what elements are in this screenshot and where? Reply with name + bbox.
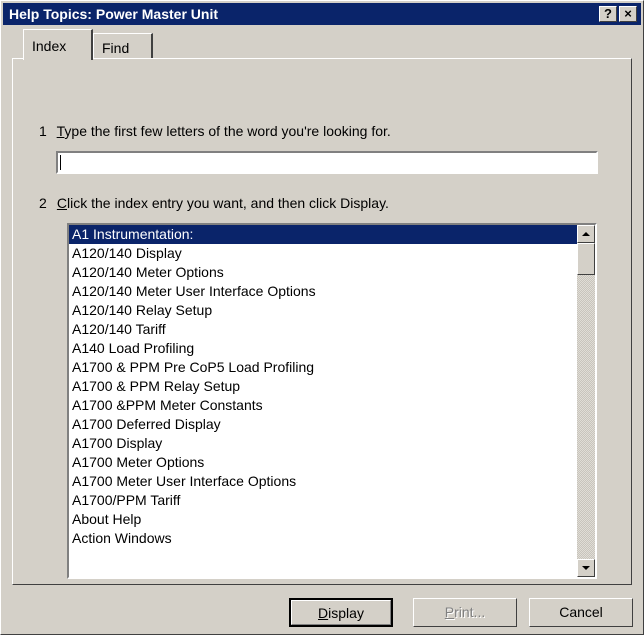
- step-2-number: 2: [39, 195, 47, 211]
- step-2-text: lick the index entry you want, and then …: [67, 195, 389, 211]
- cancel-label: Cancel: [559, 604, 603, 620]
- arrow-down-icon: [582, 566, 590, 570]
- list-item[interactable]: A120/140 Meter User Interface Options: [69, 282, 595, 301]
- list-item[interactable]: A120/140 Meter Options: [69, 263, 595, 282]
- list-item[interactable]: Action Windows: [69, 529, 595, 548]
- list-item[interactable]: A140 Load Profiling: [69, 339, 595, 358]
- help-topics-dialog: Help Topics: Power Master Unit ? × Index…: [0, 0, 644, 635]
- index-listbox[interactable]: A1 Instrumentation: A120/140 Display A120/…: [67, 223, 597, 579]
- arrow-up-icon: [582, 232, 590, 236]
- step-1-number: 1: [39, 123, 47, 139]
- list-item[interactable]: About Help: [69, 510, 595, 529]
- list-item[interactable]: A1700 Meter User Interface Options: [69, 472, 595, 491]
- help-button[interactable]: ?: [599, 6, 617, 22]
- list-item[interactable]: A1700/PPM Tariff: [69, 491, 595, 510]
- list-item[interactable]: A120/140 Relay Setup: [69, 301, 595, 320]
- list-item[interactable]: A1700 Meter Options: [69, 453, 595, 472]
- step-2-instruction: 2 Click the index entry you want, and th…: [39, 195, 389, 211]
- scroll-thumb[interactable]: [577, 243, 595, 275]
- list-item[interactable]: A120/140 Display: [69, 244, 595, 263]
- close-icon: ×: [624, 6, 632, 21]
- display-mnemonic: D: [318, 605, 329, 621]
- list-item[interactable]: A1700 Display: [69, 434, 595, 453]
- print-button[interactable]: Print...: [413, 598, 517, 627]
- text-caret: [60, 155, 61, 170]
- list-item[interactable]: A1700 & PPM Relay Setup: [69, 377, 595, 396]
- step-1-instruction: 1 Type the first few letters of the word…: [39, 123, 391, 139]
- tab-find-label: Find: [102, 40, 130, 56]
- close-button[interactable]: ×: [619, 6, 637, 22]
- scroll-down-button[interactable]: [577, 559, 595, 577]
- scroll-up-button[interactable]: [577, 225, 595, 243]
- question-mark-icon: ?: [604, 6, 612, 21]
- tab-index-label: Index: [32, 38, 67, 54]
- list-item[interactable]: A1700 & PPM Pre CoP5 Load Profiling: [69, 358, 595, 377]
- vertical-scrollbar[interactable]: [577, 225, 595, 577]
- display-label: isplay: [328, 605, 364, 621]
- cancel-button[interactable]: Cancel: [529, 598, 633, 627]
- list-item[interactable]: A120/140 Tariff: [69, 320, 595, 339]
- search-input[interactable]: [56, 151, 598, 174]
- display-button[interactable]: Display: [289, 598, 393, 627]
- print-mnemonic: P: [444, 604, 455, 620]
- tab-index[interactable]: Index: [23, 29, 93, 60]
- index-list-items: A1 Instrumentation: A120/140 Display A120/…: [69, 225, 595, 548]
- display-button-face: Display: [291, 600, 391, 625]
- list-item[interactable]: A1700 &PPM Meter Constants: [69, 396, 595, 415]
- step-2-mnemonic: C: [56, 195, 68, 211]
- title-bar[interactable]: Help Topics: Power Master Unit ? ×: [3, 3, 641, 25]
- step-1-text: ype the first few letters of the word yo…: [64, 123, 391, 139]
- tab-find[interactable]: Find: [93, 33, 153, 58]
- list-item[interactable]: A1700 Deferred Display: [69, 415, 595, 434]
- window-title: Help Topics: Power Master Unit: [9, 6, 218, 22]
- print-label: rint...: [454, 604, 486, 620]
- list-item[interactable]: A1 Instrumentation:: [69, 225, 595, 244]
